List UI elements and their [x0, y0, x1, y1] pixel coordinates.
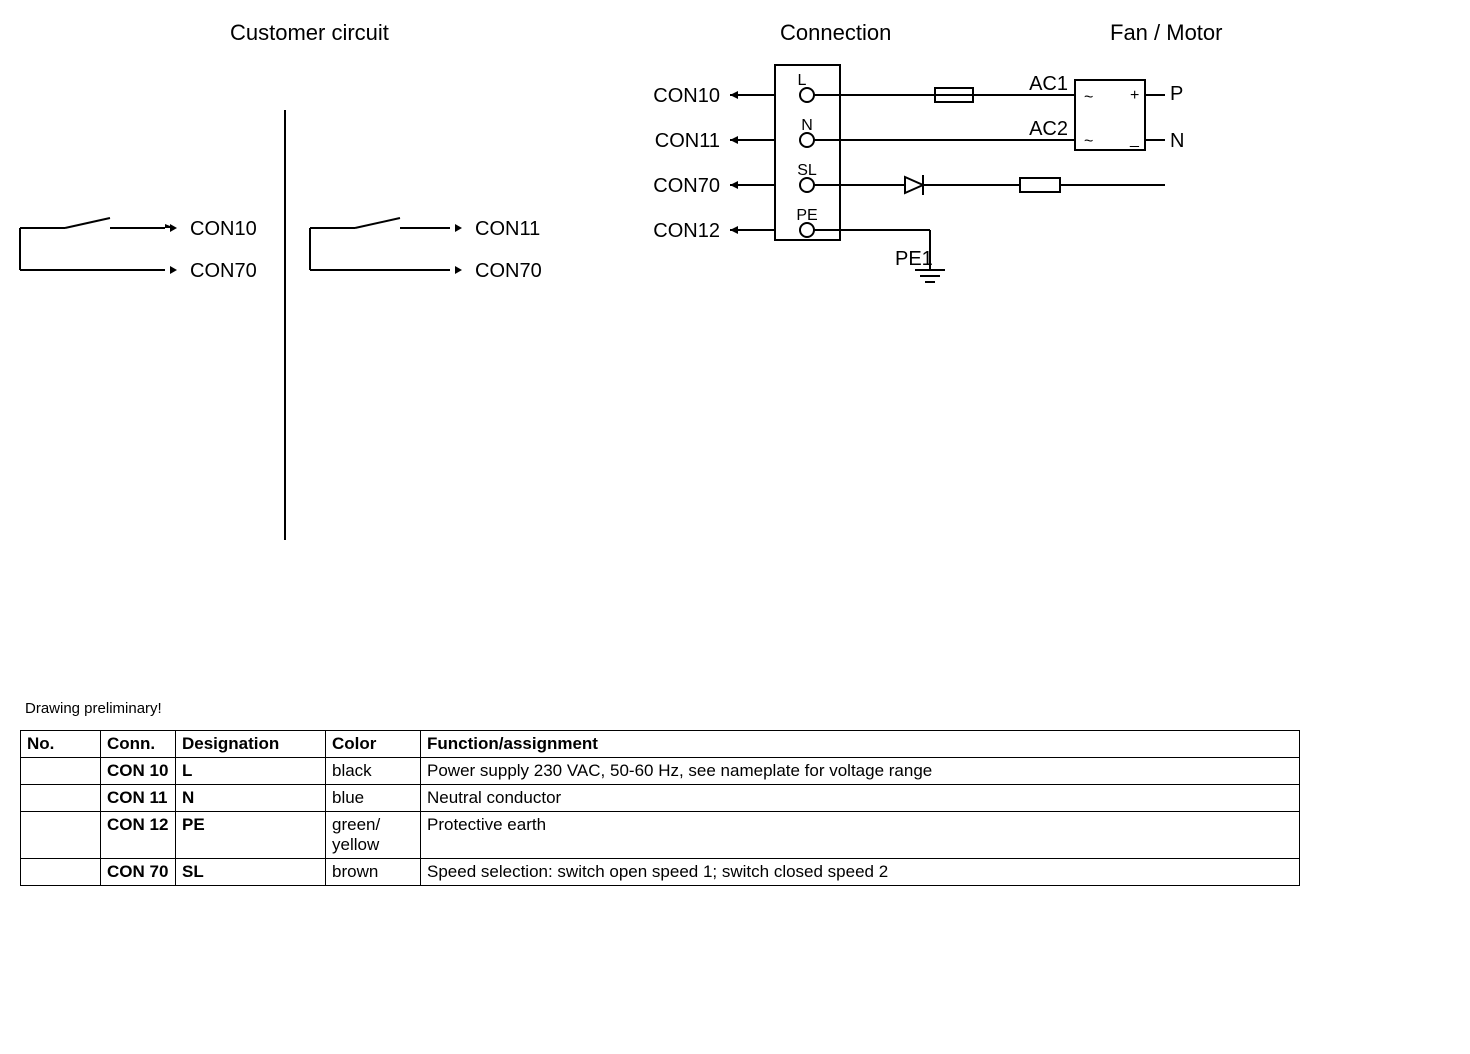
tilde1: ~ [1084, 89, 1093, 106]
tilde2: ~ [1084, 133, 1093, 150]
th-desig: Designation [176, 731, 326, 758]
ground-icon [915, 270, 945, 282]
ac2-label: AC2 [1029, 118, 1068, 140]
n-label: N [1170, 130, 1184, 152]
terminal-l: L [798, 72, 807, 89]
fan-motor-label: Fan / Motor [1110, 20, 1222, 46]
th-func: Function/assignment [421, 731, 1300, 758]
plus: + [1130, 87, 1139, 104]
table-row: CON 70 SL brown Speed selection: switch … [21, 859, 1300, 886]
p-label: P [1170, 83, 1183, 105]
table-row: CON 12 PE green/ yellow Protective earth [21, 812, 1300, 859]
con11-label: CON11 [655, 130, 720, 152]
th-conn: Conn. [101, 731, 176, 758]
customer-left-bottom-label: CON70 [190, 260, 257, 282]
customer-circuit-label: Customer circuit [230, 20, 389, 46]
con70-label: CON70 [653, 175, 720, 197]
customer-left-top-label: CON10 [190, 218, 257, 240]
table-row: CON 10 L black Power supply 230 VAC, 50-… [21, 758, 1300, 785]
pe1-label: PE1 [895, 248, 933, 270]
ac1-label: AC1 [1029, 73, 1068, 95]
minus: _ [1129, 131, 1140, 148]
table-row: CON 11 N blue Neutral conductor [21, 785, 1300, 812]
th-no: No. [21, 731, 101, 758]
preliminary-note: Drawing preliminary! [25, 700, 162, 717]
con10-label: CON10 [653, 85, 720, 107]
resistor-icon [1020, 178, 1060, 192]
customer-left-switch: CON10 CON70 [20, 218, 257, 282]
connection-block: L N SL PE CON10 CON11 CON70 CON12 [653, 65, 1184, 282]
terminal-sl: SL [797, 162, 817, 179]
customer-right-top-label: CON11 [475, 218, 540, 240]
connection-label: Connection [780, 20, 891, 46]
diode-icon [905, 175, 923, 195]
th-color: Color [326, 731, 421, 758]
terminal-n: N [801, 117, 813, 134]
terminal-pe: PE [796, 207, 817, 224]
customer-right-switch: CON11 CON70 [310, 218, 542, 282]
customer-right-bottom-label: CON70 [475, 260, 542, 282]
con12-label: CON12 [653, 220, 720, 242]
wiring-diagram: CON10 CON70 CON11 CON70 L [0, 60, 1470, 560]
connection-table: No. Conn. Designation Color Function/ass… [20, 730, 1300, 886]
